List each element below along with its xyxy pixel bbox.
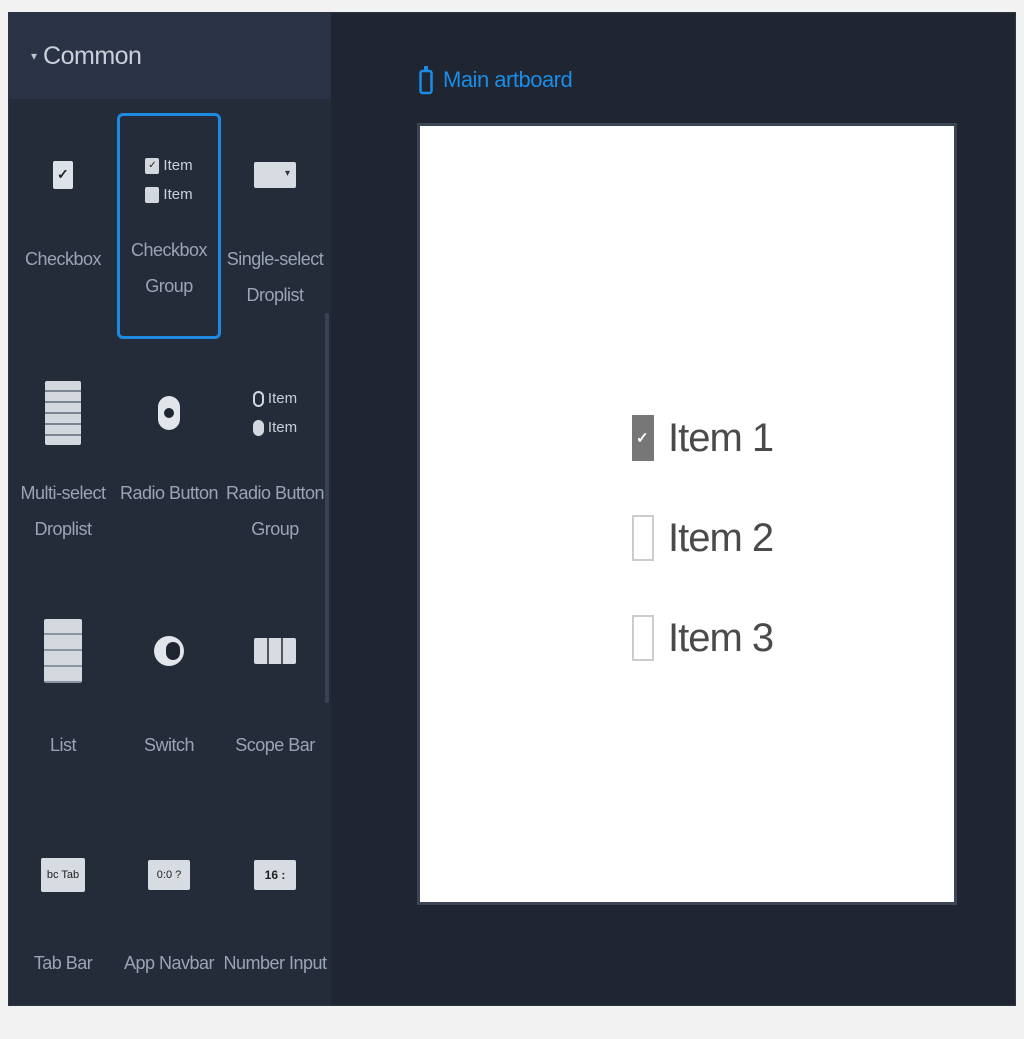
radio-icon	[158, 396, 180, 430]
artboard-header[interactable]: Main artboard	[419, 65, 573, 95]
droplist-thumb	[223, 143, 327, 207]
component-tab-bar[interactable]: bc Tab Tab Bar	[11, 811, 115, 1039]
component-label: Checkbox	[24, 249, 102, 269]
checkbox-group-thumb: ✓ Item Item	[120, 148, 218, 212]
component-label: Multi-select Droplist	[20, 483, 106, 539]
multi-select-thumb	[11, 381, 115, 445]
component-label: List	[49, 735, 77, 755]
component-radio-button-group[interactable]: Item Item Radio Button Group	[223, 343, 327, 571]
checkbox-icon: ✓	[145, 157, 160, 174]
dropdown-icon	[254, 162, 296, 188]
radio-icon	[252, 390, 264, 407]
component-label: Switch	[143, 735, 195, 755]
tab-bar-thumb: bc Tab	[11, 843, 115, 907]
thumb-item-label: Item	[163, 186, 193, 203]
checkbox-icon	[53, 161, 73, 189]
component-single-select-droplist[interactable]: Single-select Droplist	[223, 99, 327, 327]
checkbox-checked-icon[interactable]	[632, 415, 654, 461]
checkbox-group: Item 1 Item 2 Item 3	[632, 388, 774, 688]
checkbox-label: Item 2	[668, 515, 774, 560]
main-artboard[interactable]: Item 1 Item 2 Item 3	[417, 123, 957, 905]
thumb-item-label: Item	[267, 390, 298, 407]
checkbox-row[interactable]: Item 3	[632, 588, 774, 688]
radio-group-thumb: Item Item	[223, 381, 327, 445]
scope-bar-thumb	[223, 619, 327, 683]
editor-window: ▾ Common Checkbox ✓Item Item Checkbox Gr…	[8, 12, 1016, 1006]
component-label: Scope Bar	[235, 735, 315, 755]
component-label: Tab Bar	[33, 953, 93, 973]
radio-selected-icon	[252, 419, 264, 436]
tab-bar-icon: bc Tab	[41, 858, 85, 892]
component-app-navbar[interactable]: 0:0 ? App Navbar	[117, 811, 221, 1039]
artboard-title: Main artboard	[443, 67, 573, 92]
number-input-thumb: 16 :	[223, 843, 327, 907]
sidebar-scrollbar[interactable]	[325, 313, 329, 703]
component-label: Radio Button Group	[225, 483, 325, 539]
checkbox-label: Item 1	[668, 415, 774, 460]
number-input-icon: 16 :	[254, 860, 296, 890]
component-label: Checkbox Group	[130, 240, 208, 296]
phone-icon	[419, 66, 433, 95]
scope-bar-icon	[254, 638, 296, 664]
thumb-item-label: Item	[267, 419, 298, 436]
component-switch[interactable]: Switch	[117, 587, 221, 815]
checkbox-icon	[145, 186, 160, 203]
component-radio-button[interactable]: Radio Button	[117, 343, 221, 571]
app-navbar-thumb: 0:0 ?	[117, 843, 221, 907]
list-icon	[44, 619, 82, 683]
thumb-item-label: Item	[163, 157, 193, 174]
component-scope-bar[interactable]: Scope Bar	[223, 587, 327, 815]
checkbox-thumb	[11, 143, 115, 207]
switch-icon	[154, 636, 184, 666]
checkbox-unchecked-icon[interactable]	[632, 615, 654, 661]
checkbox-row[interactable]: Item 1	[632, 388, 774, 488]
component-label: App Navbar	[123, 953, 215, 973]
component-number-input[interactable]: 16 : Number Input	[223, 811, 327, 1039]
switch-thumb	[117, 619, 221, 683]
checkbox-label: Item 3	[668, 615, 774, 660]
list-thumb	[11, 619, 115, 683]
checkbox-unchecked-icon[interactable]	[632, 515, 654, 561]
component-checkbox-group[interactable]: ✓ Item Item Checkbox Group	[117, 113, 221, 339]
component-label: Single-select Droplist	[226, 249, 324, 305]
component-panel: ▾ Common Checkbox ✓Item Item Checkbox Gr…	[9, 13, 331, 1005]
caret-down-icon[interactable]: ▾	[31, 49, 37, 63]
multi-select-icon	[45, 381, 81, 445]
app-navbar-icon: 0:0 ?	[148, 860, 190, 890]
section-header-common[interactable]: ▾ Common	[9, 13, 331, 99]
component-checkbox[interactable]: Checkbox	[11, 99, 115, 327]
radio-thumb	[117, 381, 221, 445]
component-label: Radio Button	[119, 483, 219, 503]
section-title: Common	[43, 41, 142, 70]
component-label: Number Input	[223, 953, 327, 973]
checkbox-row[interactable]: Item 2	[632, 488, 774, 588]
component-list[interactable]: List	[11, 587, 115, 815]
component-multi-select-droplist[interactable]: Multi-select Droplist	[11, 343, 115, 571]
